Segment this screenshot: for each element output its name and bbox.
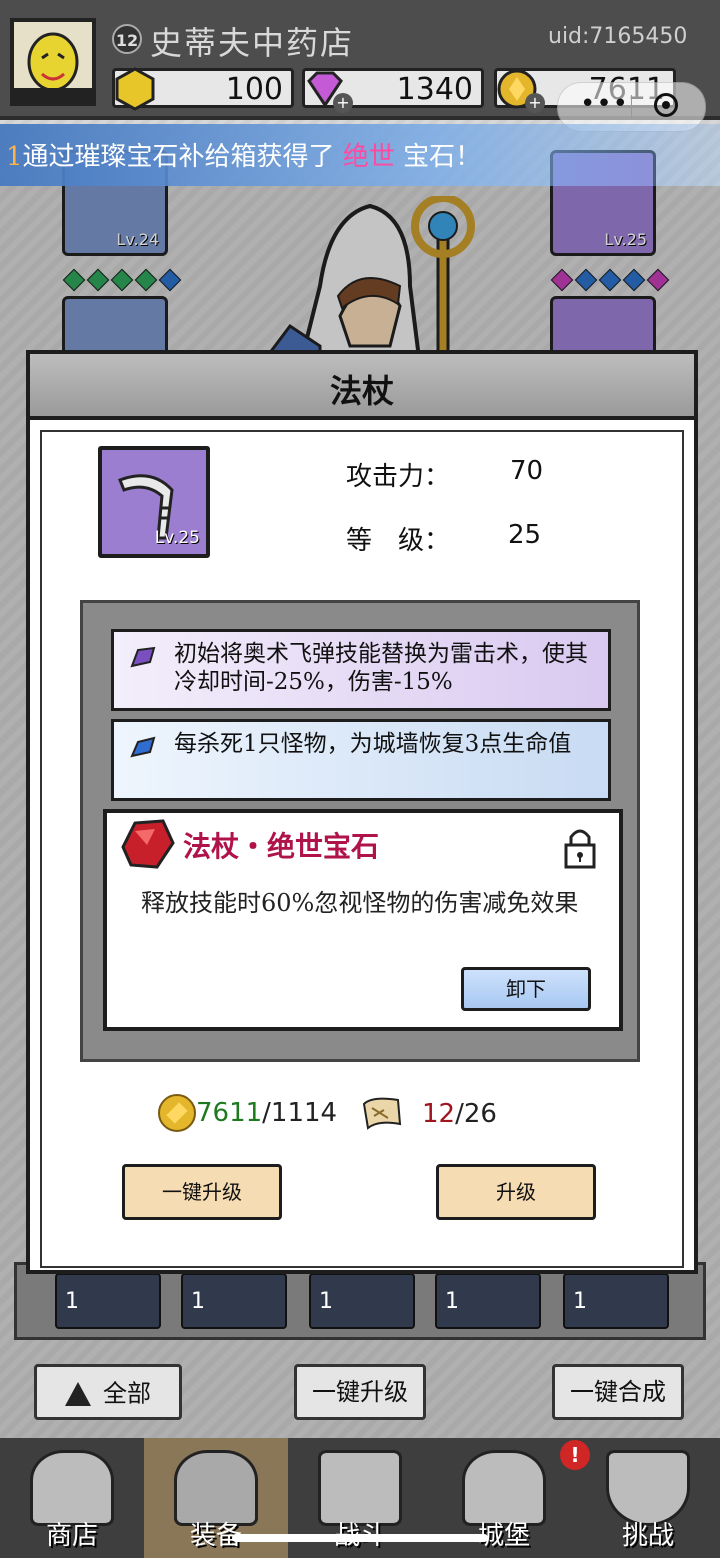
resource-hexagon[interactable]: 100	[112, 67, 294, 111]
legendary-gem-card: 法杖・绝世宝石 释放技能时60%忽视怪物的伤害减免效果 卸下	[103, 809, 623, 1031]
gem-slot[interactable]: 1	[435, 1273, 541, 1329]
triangle-icon	[65, 1381, 91, 1406]
nav-challenge[interactable]: 挑战	[576, 1438, 720, 1558]
gold-coin-icon	[158, 1094, 196, 1132]
bottom-one-click-upgrade-button[interactable]: 一键升级	[294, 1364, 426, 1420]
resource-value: 100	[225, 72, 283, 107]
dialog-title: 法杖	[329, 372, 394, 410]
attack-label: 攻击力：	[346, 462, 451, 492]
scroll-icon	[362, 1097, 402, 1130]
filter-all-button[interactable]: 全部	[34, 1364, 182, 1420]
gem-slot[interactable]: 1	[55, 1273, 161, 1329]
red-gem-icon	[121, 819, 175, 869]
trait-text: 初始将奥术飞弹技能替换为雷击术，使其冷却时间-25%，伤害-15%	[174, 641, 588, 695]
announcement-text: 1通过璀璨宝石补给箱获得了 绝世 宝石！	[6, 142, 482, 172]
one-click-upgrade-button[interactable]: 一键升级	[122, 1164, 282, 1220]
close-miniprogram-icon[interactable]	[654, 93, 678, 117]
level-label: 等 级：	[346, 526, 451, 556]
coin-have: 7611	[196, 1098, 263, 1128]
shop-name: 史蒂夫中药店	[150, 24, 355, 62]
item-level: Lv.25	[154, 528, 200, 548]
level-value: 25	[508, 520, 542, 550]
trait-purple: 初始将奥术飞弹技能替换为雷击术，使其冷却时间-25%，伤害-15%	[111, 629, 611, 711]
nav-shop[interactable]: 商店	[0, 1438, 144, 1558]
notification-badge: !	[560, 1440, 590, 1470]
upgrade-button[interactable]: 升级	[436, 1164, 596, 1220]
one-click-merge-button[interactable]: 一键合成	[552, 1364, 684, 1420]
resource-value: 1340	[396, 72, 473, 107]
scroll-cost: 12/26	[358, 1094, 497, 1134]
more-icon[interactable]: •••	[580, 89, 629, 119]
purple-gem-icon	[130, 646, 156, 668]
attack-value: 70	[510, 456, 544, 486]
dialog-title-bar: 法杖	[30, 354, 694, 420]
lock-icon[interactable]	[563, 825, 597, 869]
unequip-button[interactable]: 卸下	[461, 967, 591, 1011]
hexagon-gold-icon	[115, 67, 155, 111]
add-diamond-button[interactable]: +	[333, 93, 353, 113]
add-coin-button[interactable]: +	[525, 93, 545, 113]
resource-diamond[interactable]: + 1340	[302, 68, 484, 113]
avatar-face-icon	[14, 32, 92, 102]
player-level-badge: 12	[112, 24, 142, 54]
scroll-need: /26	[455, 1099, 497, 1129]
gem-card-title: 法杖・绝世宝石	[183, 830, 380, 863]
scroll-have: 12	[422, 1099, 456, 1129]
item-icon-staff[interactable]: Lv.25	[98, 446, 210, 558]
trait-text: 每杀死1只怪物，为城墙恢复3点生命值	[174, 731, 572, 757]
coin-cost: 7611/1114	[158, 1094, 337, 1134]
coin-need: /1114	[262, 1098, 338, 1128]
gem-slot[interactable]: 1	[563, 1273, 669, 1329]
gem-slot[interactable]: 1	[181, 1273, 287, 1329]
blue-gem-icon	[130, 736, 156, 758]
gem-slot[interactable]: 1	[309, 1273, 415, 1329]
avatar[interactable]	[10, 18, 96, 106]
announcement-banner: 1通过璀璨宝石补给箱获得了 绝世 宝石！	[0, 124, 720, 186]
home-indicator[interactable]	[232, 1534, 488, 1542]
gem-card-description: 释放技能时60%忽视怪物的伤害减免效果	[141, 889, 579, 917]
gem-traits-panel: 初始将奥术飞弹技能替换为雷击术，使其冷却时间-25%，伤害-15% 每杀死1只怪…	[80, 600, 640, 1062]
user-id: uid:7165450	[548, 24, 688, 49]
trait-blue: 每杀死1只怪物，为城墙恢复3点生命值	[111, 719, 611, 801]
